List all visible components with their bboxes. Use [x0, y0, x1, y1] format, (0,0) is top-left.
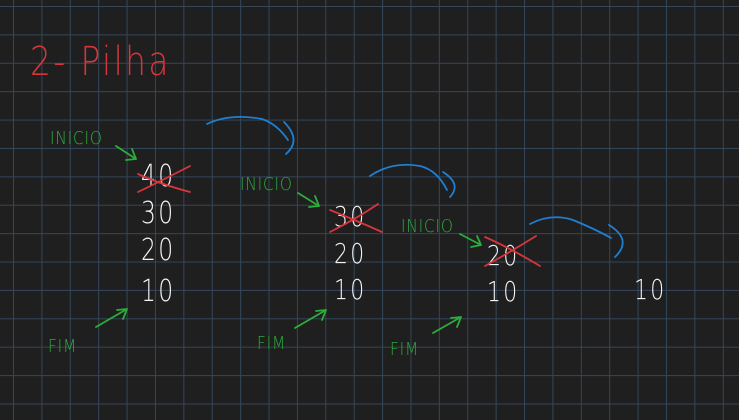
fim-arrow-stack-3: [432, 316, 462, 334]
transition-arrow-2: [369, 163, 456, 198]
whiteboard-canvas: 2- Pilha INICIO 40 30 20 10 FIM INICIO 3…: [0, 0, 739, 420]
drawing-strokes: [95, 115, 624, 334]
fim-arrow-stack-1: [95, 308, 128, 328]
inicio-arrow-stack-3: [459, 233, 482, 248]
strike-stack-2: [329, 203, 383, 233]
transition-arrow-1: [206, 115, 295, 155]
strike-stack-1: [137, 165, 191, 193]
fim-arrow-stack-2: [294, 309, 327, 329]
transition-arrow-3: [529, 216, 624, 258]
inicio-arrow-stack-1: [115, 145, 137, 161]
inicio-arrow-stack-2: [297, 192, 320, 208]
strike-stack-3: [484, 235, 541, 267]
